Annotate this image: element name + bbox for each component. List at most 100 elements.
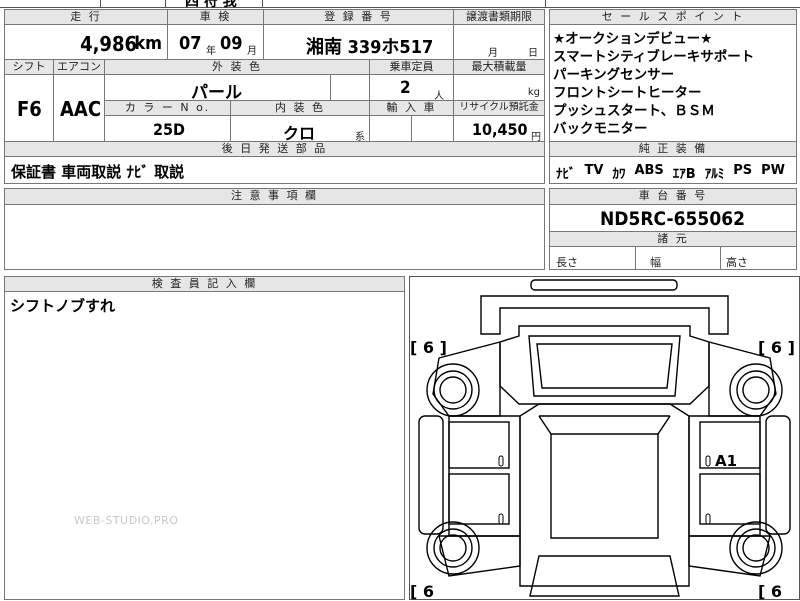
interior-color-cell: クロ 系 — [230, 115, 370, 142]
aircon-cell: AAC — [53, 74, 105, 142]
rear-deck-outline — [529, 555, 680, 597]
sales-point-line: ★オークションデビュー★ — [553, 31, 713, 47]
mileage-value: 4,986 — [80, 32, 137, 56]
exterior-color-header: 外 装 色 — [104, 59, 370, 75]
chassis-number-header: 車 台 番 号 — [549, 188, 797, 205]
dimensions-width-label: 幅 — [650, 256, 661, 269]
equipment-item: ｱﾙﾐ — [704, 167, 725, 182]
top-strip-divider — [545, 0, 546, 8]
dimensions-length-label: 長さ — [556, 256, 578, 269]
shift-cell: F6 — [4, 74, 54, 142]
windshield-outline — [528, 335, 681, 397]
mileage-unit: km — [134, 33, 162, 54]
tire-front-left-icon — [426, 363, 480, 417]
tire-front-left-rating: [ 6 ] — [410, 338, 447, 357]
shaken-month: 09 — [220, 33, 243, 54]
aircon-value: AAC — [60, 97, 102, 121]
watermark: WEB-STUDIO.PRO — [74, 514, 179, 527]
equipment-item: ｶﾜ — [612, 167, 626, 182]
transfer-month-unit: 月 — [488, 48, 498, 59]
dimensions-height-cell: 高さ — [720, 246, 797, 270]
shift-header: シフト — [4, 59, 54, 75]
top-strip-divider — [262, 0, 263, 8]
chassis-number-cell: ND5RC-655062 — [549, 204, 797, 232]
import-car-cell-a — [369, 115, 412, 142]
recycle-deposit-unit: 円 — [531, 132, 541, 142]
capacity-header: 乗車定員 — [369, 59, 454, 75]
dimensions-header: 諸 元 — [549, 231, 797, 247]
equipment-list: ﾅﾋﾞ TV ｶﾜ ABS ｴｱB ｱﾙﾐ PS PW — [556, 163, 785, 182]
shaken-year-unit: 年 — [206, 46, 216, 57]
roof-strip-shape — [530, 279, 678, 291]
cabin-inner — [550, 433, 659, 539]
color-number-header: カ ラ ー N o. — [104, 100, 231, 116]
top-strip-divider — [165, 0, 166, 8]
cabin-line — [657, 415, 671, 435]
tire-rear-right-rating: [ 6 — [758, 582, 783, 601]
shift-value: F6 — [17, 97, 42, 121]
exterior-color-value: パール — [191, 83, 242, 101]
later-parts-value: 保証書 車両取説 ﾅﾋﾞ 取説 — [11, 163, 185, 181]
door-handle-icons — [498, 455, 711, 525]
sales-point-line: スマートシティブレーキサポート — [553, 49, 755, 65]
capacity-value: 2 — [400, 78, 411, 98]
equipment-item: ABS — [634, 163, 664, 178]
equipment-item: PW — [761, 163, 785, 178]
tire-rear-left-rating: [ 6 — [410, 582, 435, 601]
sales-point-line: プッシュスタート、ＢＳＭ — [553, 103, 715, 119]
recycle-deposit-value: 10,450 — [472, 120, 528, 139]
transfer-deadline-header: 譲渡書類期限 — [453, 9, 545, 25]
sales-point-line: バックモニター — [553, 121, 648, 137]
import-car-header: 輸 入 車 — [369, 100, 454, 116]
chassis-number-value: ND5RC-655062 — [600, 208, 745, 230]
shaken-year: 07 — [179, 33, 202, 54]
registration-cell: 湘南 339ホ517 — [263, 24, 454, 60]
sales-points-cell: ★オークションデビュー★ スマートシティブレーキサポート パーキングセンサー フ… — [549, 24, 797, 142]
equipment-item: ﾅﾋﾞ — [556, 167, 576, 182]
color-number-cell: 25D — [104, 115, 231, 142]
windshield-inner — [536, 343, 673, 389]
registration-value: 湘南 339ホ517 — [306, 37, 434, 58]
aircon-header: エアコン — [53, 59, 105, 75]
front-body-outline — [480, 295, 729, 335]
equipment-item: PS — [733, 163, 753, 178]
rear-body-outline — [438, 535, 521, 577]
sales-point-line: パーキングセンサー — [553, 67, 675, 83]
car-diagram — [418, 279, 791, 597]
inspector-header: 検 査 員 記 入 欄 — [4, 276, 405, 292]
tire-front-right-icon — [729, 363, 783, 417]
recycle-deposit-cell: 10,450 円 — [453, 115, 545, 142]
registration-header: 登 録 番 号 — [263, 9, 454, 25]
dimensions-length-cell: 長さ — [549, 246, 636, 270]
left-sill — [418, 415, 444, 535]
top-strip-divider — [100, 0, 101, 8]
color-number-value: 25D — [153, 120, 185, 139]
recycle-deposit-header: リサイクル預託金 — [453, 100, 545, 116]
damage-mark-a1: A1 — [715, 452, 738, 470]
interior-color-suffix: 系 — [355, 132, 365, 142]
mileage-header: 走 行 — [4, 9, 168, 25]
notes-cell — [4, 204, 545, 270]
cabin-outline — [519, 403, 690, 587]
tire-front-right-rating: [ 6 ] — [758, 338, 795, 357]
shaken-month-unit: 月 — [247, 46, 257, 57]
tire-rear-right-icon — [729, 521, 783, 575]
later-parts-header: 後 日 発 送 部 品 — [4, 141, 545, 157]
inspector-value: シフトノブすれ — [10, 297, 116, 315]
exterior-color-cell: パール — [104, 74, 331, 101]
top-strip — [0, 0, 800, 8]
sales-points-header: セ ー ル ス ポ イ ン ト — [549, 9, 797, 25]
sales-points-list: ★オークションデビュー★ スマートシティブレーキサポート パーキングセンサー フ… — [553, 30, 754, 138]
shaken-cell: 07 年 09 月 — [167, 24, 264, 60]
exterior-color-sub-cell — [330, 74, 370, 101]
rear-body-outline — [688, 535, 771, 577]
mileage-cell: 4,986 km — [4, 24, 168, 60]
transfer-day-unit: 日 — [528, 48, 538, 59]
interior-color-header: 内 装 色 — [230, 100, 370, 116]
max-load-cell: kg — [453, 74, 545, 101]
equipment-header: 純 正 装 備 — [549, 141, 797, 157]
interior-color-value: クロ — [283, 124, 316, 142]
shaken-header: 車 検 — [167, 9, 264, 25]
inspector-cell: シフトノブすれ — [4, 291, 405, 600]
dimensions-width-cell: 幅 — [635, 246, 721, 270]
